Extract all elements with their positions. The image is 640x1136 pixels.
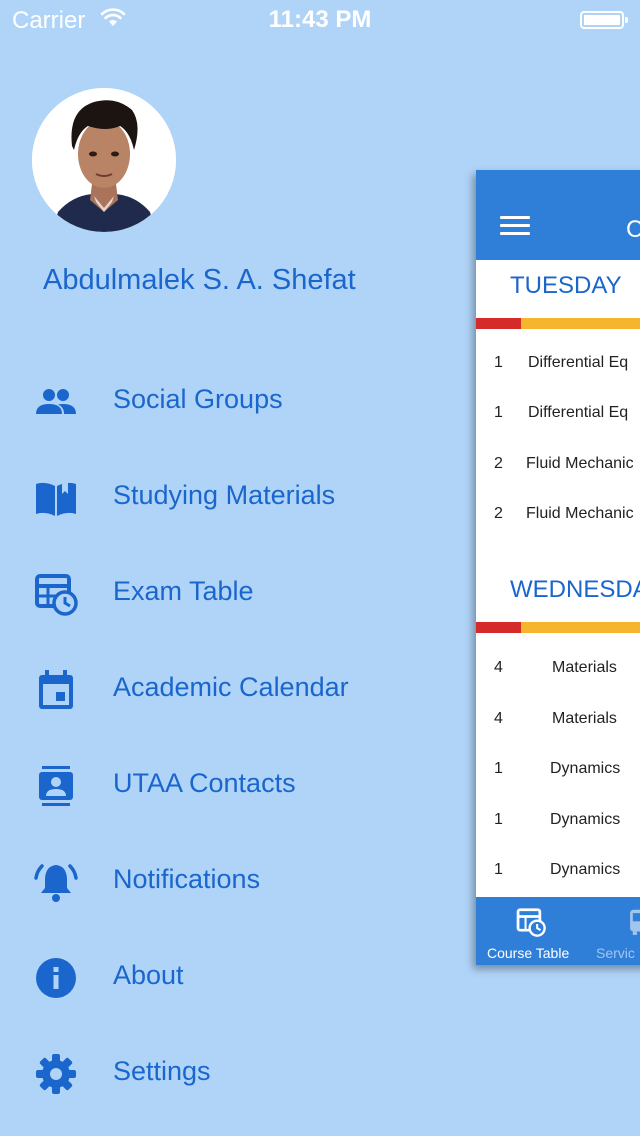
row-number: 1 [494, 354, 503, 371]
row-number: 1 [494, 861, 503, 878]
main-screen[interactable]: C TUESDAY 1 Differential Eq 1 Differenti… [476, 170, 640, 965]
book-icon [36, 481, 76, 516]
day-color-bar [476, 318, 640, 329]
bottom-tab-bar: Course Table Servic [476, 897, 640, 965]
table-row[interactable]: 1 Differential Eq [476, 390, 640, 440]
table-row[interactable]: 1 Dynamics [476, 847, 640, 897]
bell-icon [34, 864, 78, 902]
row-course: Materials [552, 710, 617, 727]
calendar-icon [39, 670, 73, 709]
table-clock-icon [516, 908, 546, 937]
menu-label: Settings [113, 1056, 211, 1086]
table-row[interactable]: 1 Differential Eq [476, 340, 640, 390]
tab-label: Course Table [487, 945, 570, 961]
contact-card-icon [39, 766, 73, 806]
menu-label: About [113, 960, 184, 990]
row-course: Dynamics [550, 861, 621, 878]
menu-label: Social Groups [113, 384, 283, 414]
menu-item-academic-calendar[interactable]: Academic Calendar [0, 656, 440, 720]
hamburger-menu-icon[interactable] [500, 216, 530, 238]
row-course: Dynamics [550, 811, 621, 828]
menu-item-notifications[interactable]: Notifications [0, 848, 440, 912]
table-row[interactable]: 1 Dynamics [476, 746, 640, 796]
menu-item-exam-table[interactable]: Exam Table [0, 560, 440, 624]
menu-label: Exam Table [113, 576, 254, 606]
day-title: TUESDAY [510, 272, 622, 299]
battery-icon [580, 11, 628, 29]
row-course: Dynamics [550, 760, 621, 777]
row-number: 2 [494, 505, 503, 522]
row-number: 1 [494, 760, 503, 777]
menu-label: UTAA Contacts [113, 768, 296, 798]
menu-item-studying-materials[interactable]: Studying Materials [0, 464, 440, 528]
group-icon [36, 389, 76, 414]
day-title: WEDNESDAY [510, 576, 640, 603]
row-number: 4 [494, 710, 503, 727]
table-row[interactable]: 2 Fluid Mechanic [476, 491, 640, 541]
menu-label: Academic Calendar [113, 672, 349, 702]
menu-item-settings[interactable]: Settings [0, 1040, 440, 1104]
app-bar: C [476, 170, 640, 260]
table-clock-icon [35, 574, 78, 616]
user-photo [32, 88, 176, 232]
row-course: Differential Eq [528, 354, 629, 371]
user-name: Abdulmalek S. A. Shefat [43, 264, 356, 296]
clock: 11:43 PM [268, 6, 372, 33]
row-number: 1 [494, 404, 503, 421]
avatar[interactable] [32, 88, 176, 232]
bus-icon [630, 909, 640, 935]
row-number: 4 [494, 659, 503, 676]
row-course: Fluid Mechanic [526, 455, 634, 472]
app-bar-title: C [626, 216, 640, 243]
table-row[interactable]: 1 Dynamics [476, 797, 640, 847]
tab-course-table[interactable]: Course Table [476, 897, 588, 965]
table-row[interactable]: 4 Materials [476, 696, 640, 746]
day-color-bar [476, 622, 640, 633]
table-row[interactable]: 2 Fluid Mechanic [476, 441, 640, 491]
menu-item-about[interactable]: About [0, 944, 440, 1008]
menu-label: Notifications [113, 864, 261, 894]
tab-services[interactable]: Servic [588, 897, 640, 965]
menu-label: Studying Materials [113, 480, 336, 510]
menu-item-utaa-contacts[interactable]: UTAA Contacts [0, 752, 440, 816]
status-bar: Carrier 11:43 PM [0, 0, 640, 40]
gear-icon [36, 1054, 76, 1094]
table-row[interactable]: 4 Materials [476, 645, 640, 695]
row-course: Differential Eq [528, 404, 629, 421]
tab-label: Servic [596, 945, 635, 961]
row-course: Fluid Mechanic [526, 505, 634, 522]
menu-item-social-groups[interactable]: Social Groups [0, 368, 440, 432]
row-course: Materials [552, 659, 617, 676]
row-number: 1 [494, 811, 503, 828]
row-number: 2 [494, 455, 503, 472]
info-icon [36, 958, 76, 998]
